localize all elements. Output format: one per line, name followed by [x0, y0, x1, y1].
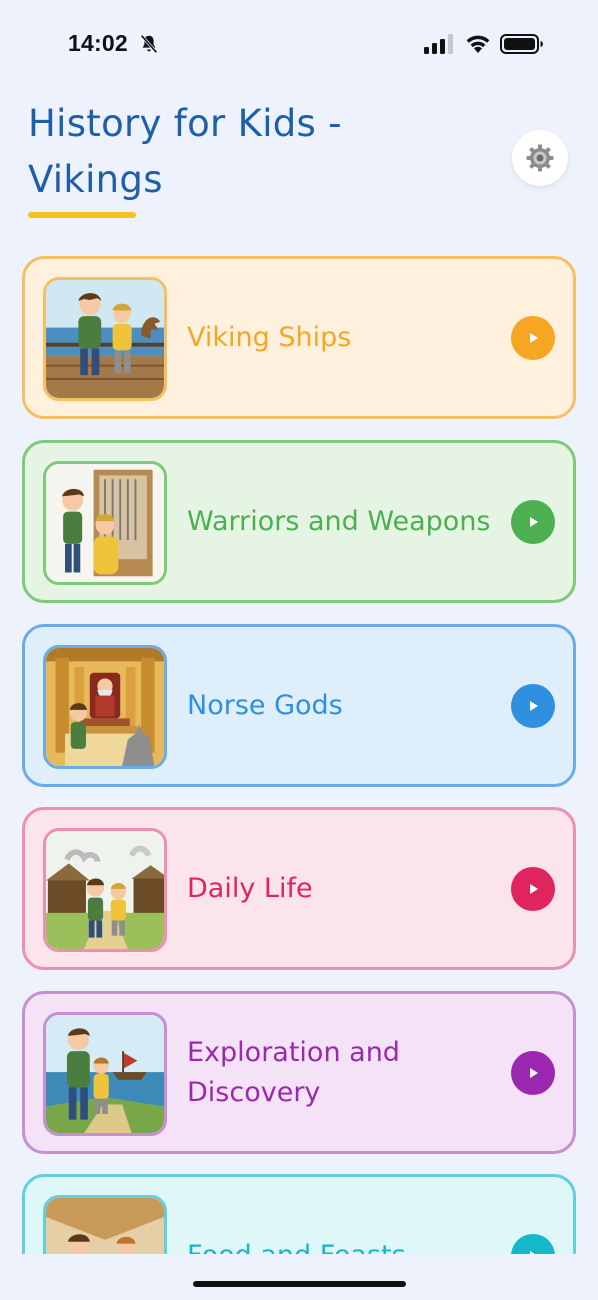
topic-card-viking-ships[interactable]: Viking Ships — [22, 256, 576, 419]
status-time: 14:02 — [68, 30, 128, 56]
card-label: Food and Feasts — [187, 1236, 505, 1255]
card-label: Norse Gods — [187, 689, 343, 721]
play-button[interactable] — [511, 866, 555, 911]
norse-gods-thumbnail — [43, 645, 167, 769]
play-icon — [530, 700, 538, 711]
play-button[interactable] — [511, 683, 555, 728]
settings-button[interactable] — [512, 130, 568, 186]
warriors-and-weapons-thumbnail — [43, 461, 167, 585]
play-button[interactable] — [511, 1233, 555, 1254]
bottom-safe-area — [0, 1254, 598, 1300]
topic-card-exploration-and-discovery[interactable]: Exploration and Discovery — [22, 991, 576, 1154]
status-bar: 14:02 — [0, 0, 598, 88]
exploration-and-discovery-thumbnail — [43, 1012, 167, 1136]
play-icon — [530, 1067, 538, 1078]
bell-off-icon — [140, 34, 158, 54]
cellular-signal-icon — [424, 34, 453, 54]
play-icon — [530, 1250, 536, 1254]
daily-life-thumbnail — [43, 828, 167, 952]
play-icon — [530, 332, 538, 343]
page-title: History for Kids - Vikings — [28, 102, 342, 201]
viking-ships-thumbnail — [43, 277, 167, 401]
battery-icon — [500, 34, 543, 54]
play-button[interactable] — [511, 499, 555, 544]
topic-card-norse-gods[interactable]: Norse Gods — [22, 624, 576, 787]
topic-card-food-and-feasts[interactable]: Food and Feasts — [22, 1174, 576, 1254]
home-indicator[interactable] — [193, 1281, 406, 1287]
play-icon — [530, 516, 538, 527]
play-icon — [530, 883, 538, 894]
topic-card-daily-life[interactable]: Daily Life — [22, 807, 576, 970]
card-label: Daily Life — [187, 872, 313, 904]
card-label: Viking Ships — [187, 321, 352, 353]
food-and-feasts-thumbnail — [43, 1195, 167, 1254]
topic-list[interactable]: Viking Ships Warriors and Weapons Norse … — [22, 256, 576, 1254]
play-button[interactable] — [511, 315, 555, 360]
gear-icon — [526, 144, 554, 172]
wifi-icon — [466, 35, 490, 53]
card-label: Warriors and Weapons — [187, 505, 491, 537]
card-label: Exploration and Discovery — [187, 1036, 400, 1108]
title-underline — [28, 212, 136, 218]
topic-card-warriors-and-weapons[interactable]: Warriors and Weapons — [22, 440, 576, 603]
play-button[interactable] — [511, 1050, 555, 1095]
